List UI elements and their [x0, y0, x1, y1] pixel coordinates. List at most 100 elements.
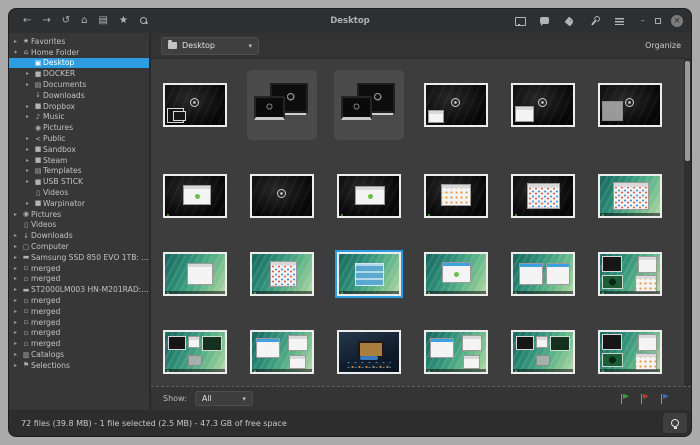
sidebar-item-merged[interactable]: ▸ ▫ merged — [9, 317, 149, 328]
maximize-button[interactable] — [655, 18, 661, 24]
thumbnail-24[interactable] — [598, 330, 662, 374]
close-button[interactable]: × — [671, 15, 683, 27]
thumbnail-6[interactable] — [598, 83, 662, 127]
thumbnail-4[interactable] — [424, 83, 488, 127]
chat-icon[interactable] — [539, 16, 550, 26]
sidebar-item-selections[interactable]: ▸ ⚑ Selections — [9, 360, 149, 371]
thumbnail-19[interactable] — [163, 330, 227, 374]
sidebar-item-computer[interactable]: ▸ ▢ Computer — [9, 241, 149, 252]
display-icon[interactable] — [514, 16, 526, 26]
sidebar-item-pictures[interactable]: ◉ Pictures — [9, 122, 149, 133]
sidebar-item-merged[interactable]: ▸ ▫ merged — [9, 295, 149, 306]
expander-icon[interactable]: ▸ — [26, 157, 33, 164]
scrollbar-thumb[interactable] — [685, 61, 690, 161]
sidebar-item-home-folder[interactable]: ▾ ⌂ Home Folder — [9, 47, 149, 58]
expander-icon[interactable]: ▸ — [14, 286, 21, 293]
sidebar-item-merged[interactable]: ▸ ▫ merged — [9, 306, 149, 317]
flag-green-icon[interactable] — [621, 393, 629, 404]
search-icon[interactable] — [139, 16, 149, 26]
minimize-button[interactable]: – — [641, 17, 646, 26]
tag-icon[interactable] — [564, 16, 575, 26]
home-icon[interactable]: ⌂ — [81, 16, 87, 26]
expander-icon[interactable]: ▸ — [26, 135, 33, 142]
sidebar-item-steam[interactable]: ▸ ■ Steam — [9, 155, 149, 166]
thumbnail-12[interactable] — [598, 174, 662, 218]
sidebar-item-catalogs[interactable]: ▸ ▥ Catalogs — [9, 349, 149, 360]
thumbnail-5[interactable] — [511, 83, 575, 127]
expander-icon[interactable]: ▸ — [26, 70, 33, 77]
expander-icon[interactable]: ▸ — [26, 103, 33, 110]
expander-icon[interactable]: ▸ — [14, 362, 21, 369]
sidebar-item-desktop[interactable]: ▣ Desktop — [9, 57, 149, 69]
expander-icon[interactable]: ▸ — [26, 178, 33, 185]
expander-icon[interactable]: ▸ — [26, 167, 33, 174]
sidebar-item-favorites[interactable]: ▸ ★ Favorites — [9, 36, 149, 47]
expander-icon[interactable]: ▸ — [14, 340, 21, 347]
expander-icon[interactable]: ▸ — [14, 254, 21, 261]
sidebar-item-merged[interactable]: ▸ ▫ merged — [9, 263, 149, 274]
star-icon[interactable]: ★ — [119, 16, 128, 26]
expander-icon[interactable]: ▸ — [14, 319, 21, 326]
thumbnail-23[interactable] — [511, 330, 575, 374]
thumbnail-1[interactable] — [163, 83, 227, 127]
thumbnail-10[interactable] — [424, 174, 488, 218]
thumbnail-11[interactable] — [511, 174, 575, 218]
expander-icon[interactable]: ▸ — [14, 38, 21, 45]
expander-icon[interactable]: ▸ — [14, 243, 21, 250]
expander-icon[interactable]: ▸ — [14, 211, 21, 218]
organize-button[interactable]: Organize — [645, 41, 681, 50]
history-icon[interactable]: ↺ — [62, 16, 70, 26]
thumbnail-17[interactable] — [511, 252, 575, 296]
show-filter-dropdown[interactable]: All ▾ — [194, 391, 253, 406]
back-icon[interactable]: ← — [23, 16, 31, 26]
forward-icon[interactable]: → — [42, 16, 50, 26]
thumbnail-13[interactable] — [163, 252, 227, 296]
sidebar-item-videos[interactable]: ▯ Videos — [9, 220, 149, 231]
expander-icon[interactable]: ▸ — [26, 81, 33, 88]
thumbnail-22[interactable] — [424, 330, 488, 374]
thumbnail-21[interactable] — [337, 330, 401, 374]
flag-red-icon[interactable] — [641, 393, 649, 404]
menu-icon[interactable] — [614, 16, 625, 26]
expander-icon[interactable]: ▾ — [14, 49, 21, 56]
thumbnail-15[interactable] — [337, 252, 401, 296]
sidebar-item-downloads[interactable]: ▸ ↓ Downloads — [9, 230, 149, 241]
sidebar-item-docker[interactable]: ▸ ■ DOCKER — [9, 68, 149, 79]
expander-icon[interactable]: ▸ — [14, 351, 21, 358]
sidebar-item-samsung-ssd-850-evo-1tb-data[interactable]: ▸ ▬ Samsung SSD 850 EVO 1TB: Data — [9, 252, 149, 263]
titlebar[interactable]: ← → ↺ ⌂ ▤ ★ Desktop – × — [9, 9, 691, 33]
sidebar-item-pictures[interactable]: ▸ ◉ Pictures — [9, 209, 149, 220]
thumbnail-9[interactable] — [337, 174, 401, 218]
drives-icon[interactable]: ▤ — [99, 16, 108, 26]
thumbnail-14[interactable] — [250, 252, 314, 296]
expander-icon[interactable]: ▸ — [14, 275, 21, 282]
thumbnail-2[interactable] — [247, 70, 317, 140]
expander-icon[interactable]: ▸ — [14, 265, 21, 272]
expander-icon[interactable]: ▸ — [14, 329, 21, 336]
sidebar-item-sandbox[interactable]: ▸ ■ Sandbox — [9, 144, 149, 155]
expander-icon[interactable]: ▸ — [26, 113, 33, 120]
folder-dropdown[interactable]: Desktop ▾ — [161, 36, 259, 55]
sidebar-item-merged[interactable]: ▸ ▫ merged — [9, 274, 149, 285]
sidebar-item-merged[interactable]: ▸ ▫ merged — [9, 328, 149, 339]
thumbnail-3[interactable] — [334, 70, 404, 140]
flag-blue-icon[interactable] — [661, 393, 669, 404]
thumbnail-18[interactable] — [598, 252, 662, 296]
sidebar-item-dropbox[interactable]: ▸ ■ Dropbox — [9, 101, 149, 112]
expander-icon[interactable]: ▸ — [14, 297, 21, 304]
sidebar-item-templates[interactable]: ▸ ▤ Templates — [9, 166, 149, 177]
wrench-icon[interactable] — [589, 16, 600, 26]
sidebar-item-st2000lm003-hn-m201rad-2-0-tb[interactable]: ▸▬ST2000LM003 HN-M201RAD: 2.0 TB ... — [9, 284, 149, 295]
expander-icon[interactable]: ▸ — [26, 200, 33, 207]
sidebar-item-public[interactable]: ▸ < Public — [9, 133, 149, 144]
thumbnail-16[interactable] — [424, 252, 488, 296]
thumbnail-20[interactable] — [250, 330, 314, 374]
expander-icon[interactable]: ▸ — [14, 232, 21, 239]
sidebar-item-warpinator[interactable]: ▸ ■ Warpinator — [9, 198, 149, 209]
sidebar-item-downloads[interactable]: ↓ Downloads — [9, 90, 149, 101]
sidebar-item-merged[interactable]: ▸ ▫ merged — [9, 338, 149, 349]
lightbulb-button[interactable] — [663, 413, 687, 433]
thumbnail-8[interactable] — [250, 174, 314, 218]
expander-icon[interactable]: ▸ — [26, 146, 33, 153]
scrollbar-track[interactable] — [684, 59, 691, 386]
